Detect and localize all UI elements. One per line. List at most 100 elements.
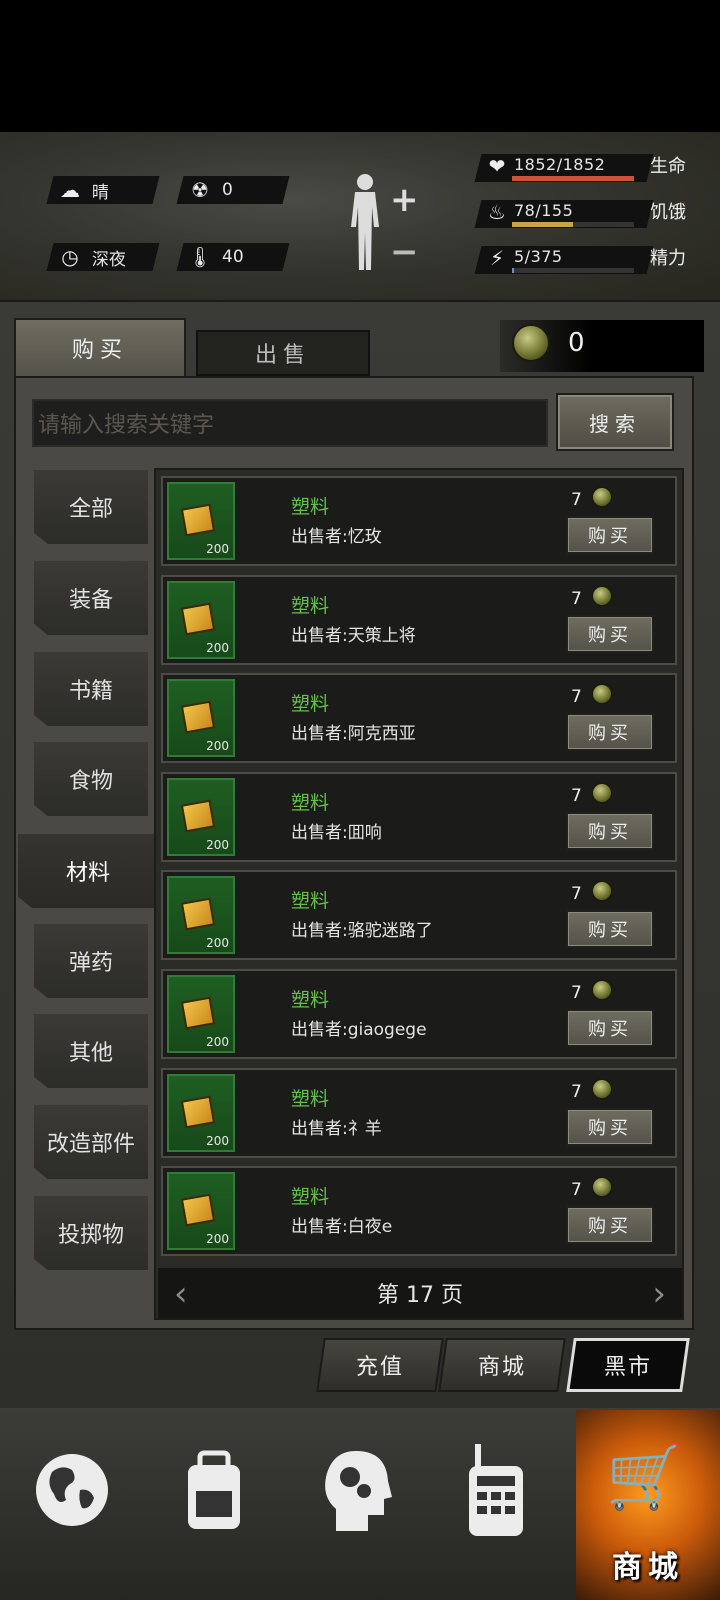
energy-stat: ⚡ 5/375 精力 <box>474 242 704 274</box>
health-label: 生命 <box>650 156 686 177</box>
plastic-crate-icon <box>180 503 216 537</box>
plastic-crate-icon <box>180 1193 216 1227</box>
item-price: 7 <box>571 1081 582 1102</box>
body-status-icon[interactable] <box>345 172 385 276</box>
buy-button[interactable]: 购买 <box>566 1107 654 1146</box>
item-seller: 出售者:白夜e <box>291 1217 393 1238</box>
item-icon-box[interactable]: 200 <box>167 679 235 758</box>
tab-sell[interactable]: 出售 <box>196 330 370 376</box>
list-item: 200 塑料 出售者:giaogege 7 购买 <box>161 969 677 1059</box>
temperature-value: 40 <box>222 247 244 267</box>
item-quantity: 200 <box>206 1035 229 1049</box>
tab-recharge[interactable]: 充值 <box>316 1338 444 1392</box>
item-icon-box[interactable]: 200 <box>167 975 235 1053</box>
thermometer-icon: 🌡 <box>187 245 213 269</box>
weather-icon: ☁ <box>60 178 80 202</box>
bottle-cap-coin-icon <box>591 584 613 607</box>
item-quantity: 200 <box>206 837 229 852</box>
prev-page-arrow-icon[interactable]: ‹ <box>174 1274 188 1314</box>
list-item: 200 塑料 出售者:天策上将 7 购买 <box>161 574 677 665</box>
plastic-crate-icon <box>180 799 216 833</box>
bottle-cap-coin-icon <box>591 1077 613 1100</box>
radiation-value: 0 <box>222 180 233 200</box>
category-tab[interactable]: 弹药 <box>34 924 148 998</box>
item-icon-box[interactable]: 200 <box>167 777 235 856</box>
buy-button[interactable]: 购买 <box>566 713 654 752</box>
search-input[interactable]: 请输入搜索关键字 <box>32 399 548 447</box>
item-quantity: 200 <box>206 1133 229 1148</box>
item-quantity: 200 <box>206 739 229 754</box>
backpack-icon[interactable] <box>164 1430 264 1550</box>
health-stat: ❤ 1852/1852 生命 <box>474 150 704 182</box>
bottle-cap-coin-icon <box>512 324 550 362</box>
item-price: 7 <box>571 884 582 905</box>
health-bar <box>512 176 634 181</box>
status-bar-area <box>0 0 720 132</box>
category-tab[interactable]: 全部 <box>34 470 148 544</box>
health-value: 1852/1852 <box>514 155 606 174</box>
currency-display: 0 <box>500 320 704 372</box>
buy-button[interactable]: 购买 <box>566 910 654 949</box>
category-tab[interactable]: 书籍 <box>34 652 148 726</box>
search-button[interactable]: 搜索 <box>556 393 674 451</box>
radiation-icon: ☢ <box>191 178 209 202</box>
plastic-crate-icon <box>180 602 216 635</box>
radio-icon[interactable] <box>446 1430 546 1550</box>
item-seller: 出售者:囬响 <box>291 822 382 843</box>
item-icon-box[interactable]: 200 <box>167 482 235 560</box>
next-page-arrow-icon[interactable]: › <box>652 1274 666 1314</box>
radiation-pill: ☢ 0 <box>176 176 290 204</box>
item-name: 塑料 <box>291 496 330 518</box>
time-value: 深夜 <box>92 249 126 270</box>
nav-shop-button[interactable]: 🛒 商城 <box>576 1410 720 1600</box>
item-quantity: 200 <box>206 640 229 655</box>
stomach-icon: ♨ <box>488 200 506 224</box>
hunger-stat: ♨ 78/155 饥饿 <box>474 196 704 228</box>
bottle-cap-coin-icon <box>591 880 613 903</box>
item-price: 7 <box>571 1180 582 1201</box>
buy-button[interactable]: 购买 <box>566 1009 654 1047</box>
world-map-icon[interactable] <box>22 1430 122 1550</box>
buy-button[interactable]: 购买 <box>566 614 654 653</box>
pager: ‹ 第 17 页 › <box>158 1268 682 1318</box>
body-plus-icon: + <box>390 180 419 220</box>
weather-pill: ☁ 晴 <box>46 176 160 204</box>
list-item: 200 塑料 出售者:骆驼迷路了 7 购买 <box>161 870 677 961</box>
skills-head-icon[interactable] <box>306 1430 406 1550</box>
heart-icon: ❤ <box>488 154 506 178</box>
page-indicator: 第 17 页 <box>377 1283 463 1308</box>
currency-count: 0 <box>568 328 585 358</box>
plastic-crate-icon <box>180 700 216 734</box>
buy-button[interactable]: 购买 <box>566 1206 654 1245</box>
item-name: 塑料 <box>291 890 330 913</box>
category-tab[interactable]: 投掷物 <box>34 1196 148 1270</box>
plastic-crate-icon <box>180 996 216 1030</box>
item-seller: 出售者:忆玫 <box>291 527 382 547</box>
tab-black-market[interactable]: 黑市 <box>566 1338 690 1392</box>
category-tab[interactable]: 材料 <box>18 834 158 908</box>
item-icon-box[interactable]: 200 <box>167 876 235 955</box>
shopping-cart-icon: 🛒 <box>606 1440 684 1513</box>
item-quantity: 200 <box>206 936 229 951</box>
category-tab[interactable]: 改造部件 <box>34 1105 148 1179</box>
item-seller: 出售者:天策上将 <box>291 625 416 646</box>
item-icon-box[interactable]: 200 <box>167 1073 235 1152</box>
bottle-cap-coin-icon <box>591 1176 613 1199</box>
buy-button[interactable]: 购买 <box>566 811 654 850</box>
item-name: 塑料 <box>291 693 330 716</box>
category-tab[interactable]: 食物 <box>34 742 148 816</box>
item-name: 塑料 <box>291 1087 330 1110</box>
item-name: 塑料 <box>291 1186 330 1209</box>
tab-store[interactable]: 商城 <box>438 1338 566 1392</box>
item-name: 塑料 <box>291 791 330 814</box>
buy-button[interactable]: 购买 <box>566 516 654 554</box>
list-item: 200 塑料 出售者:忆玫 7 购买 <box>161 476 677 566</box>
item-icon-box[interactable]: 200 <box>167 1172 235 1251</box>
bottle-cap-coin-icon <box>591 781 613 804</box>
item-seller: 出售者:礻羊 <box>291 1118 382 1139</box>
item-icon-box[interactable]: 200 <box>167 580 235 659</box>
category-tab[interactable]: 其他 <box>34 1014 148 1088</box>
hunger-label: 饥饿 <box>650 202 686 223</box>
category-tab[interactable]: 装备 <box>34 561 148 635</box>
tab-buy[interactable]: 购买 <box>14 318 186 376</box>
